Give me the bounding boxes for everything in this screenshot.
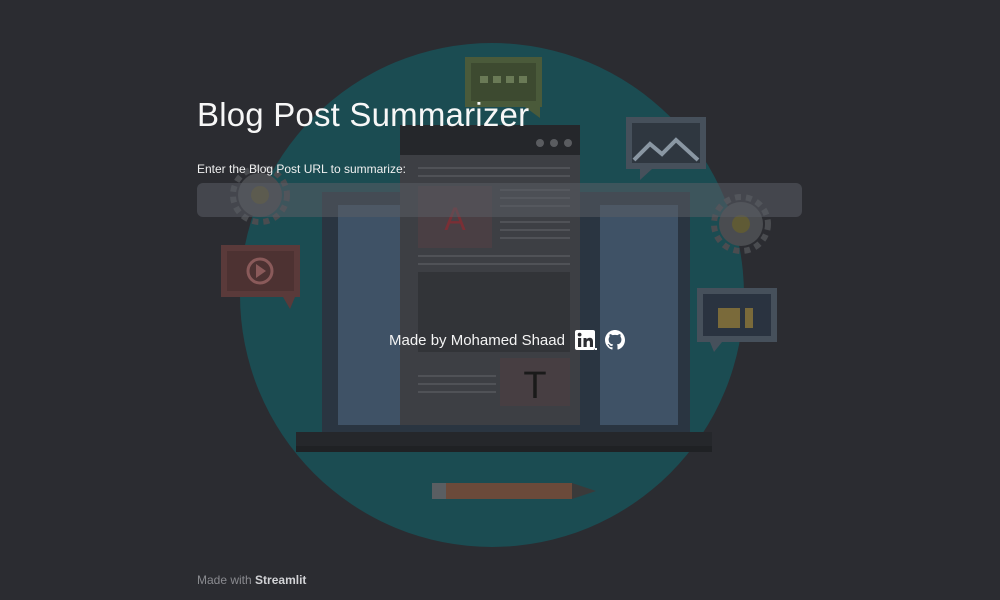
letter-t-glyph: T: [523, 365, 546, 407]
author-credits: Made by Mohamed Shaad: [389, 329, 625, 351]
linkedin-icon: [574, 330, 597, 350]
window-dot-icon: [564, 139, 572, 147]
laptop-base: [296, 432, 712, 446]
url-input-label: Enter the Blog Post URL to summarize:: [197, 162, 406, 176]
github-link[interactable]: [604, 330, 625, 350]
laptop-panel-left: [338, 205, 403, 425]
streamlit-footer: Made with Streamlit: [197, 573, 306, 587]
pencil-icon: [432, 483, 596, 499]
author-credit-text: Made by Mohamed Shaad: [389, 331, 565, 349]
laptop-panel-right: [600, 205, 678, 425]
page-title: Blog Post Summarizer: [197, 96, 530, 133]
streamlit-link[interactable]: Streamlit: [255, 573, 306, 587]
background-illustration: A T: [221, 43, 777, 547]
window-dot-icon: [550, 139, 558, 147]
laptop-base-shadow: [296, 446, 712, 452]
footer-prefix: Made with: [197, 573, 252, 587]
github-icon: [604, 330, 625, 350]
window-dot-icon: [536, 139, 544, 147]
blog-url-input[interactable]: [197, 183, 802, 217]
linkedin-link[interactable]: [574, 330, 597, 350]
